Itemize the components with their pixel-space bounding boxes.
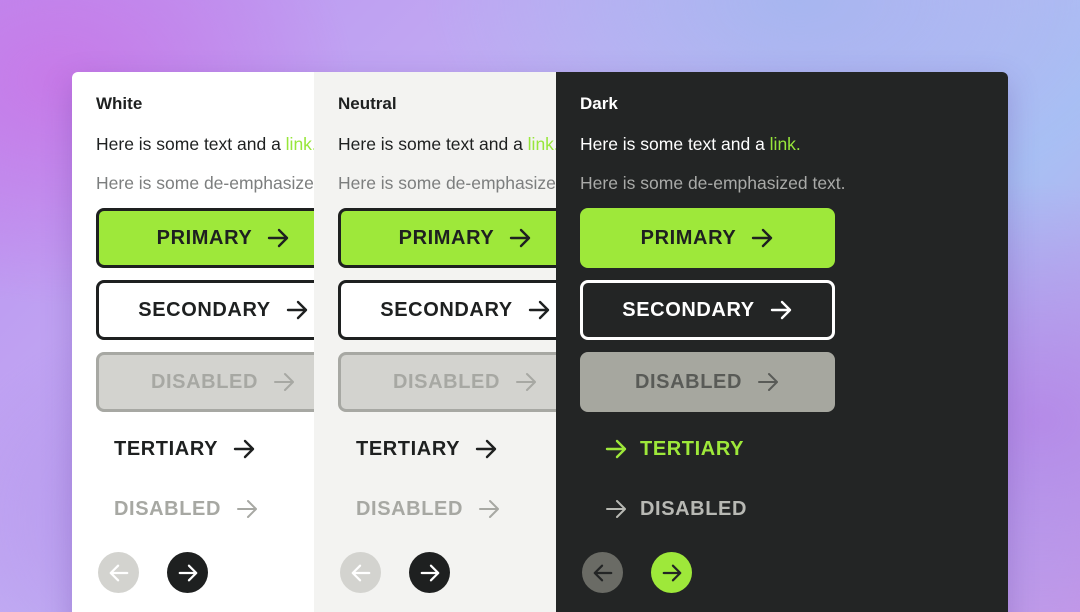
text-disabled-button: DISABLED [356,494,556,524]
secondary-button[interactable]: SECONDARY [580,280,835,340]
previous-button [340,552,381,593]
text-disabled-button-label: DISABLED [356,497,464,520]
pagination-buttons [340,552,556,593]
secondary-button-label: SECONDARY [622,298,755,321]
inline-link[interactable]: link. [528,134,556,154]
disabled-button-label: DISABLED [150,370,259,393]
arrow-right-icon [605,439,627,459]
disabled-button-label: DISABLED [392,370,501,393]
tertiary-button-label: TERTIARY [114,437,219,460]
body-text: Here is some text and a link. [580,133,1008,155]
primary-button-label: PRIMARY [398,226,495,249]
primary-button-label: PRIMARY [156,226,253,249]
previous-button [582,552,623,593]
primary-button[interactable]: PRIMARY [580,208,835,268]
tertiary-button[interactable]: TERTIARY [356,434,556,464]
arrow-right-icon [758,373,779,391]
arrow-right-icon [528,300,549,320]
panel-white: White Here is some text and a link. Here… [72,72,314,612]
panel-title: Dark [580,94,618,113]
body-text: Here is some text and a link. [338,133,556,155]
disabled-button: DISABLED [96,352,314,412]
secondary-button[interactable]: SECONDARY [338,280,556,340]
text-disabled-button: DISABLED [604,494,1008,524]
deemphasized-text: Here is some de-emphasized text. [96,173,314,193]
previous-button [98,552,139,593]
text-disabled-button-label: DISABLED [640,497,748,520]
tertiary-button[interactable]: TERTIARY [114,434,314,464]
secondary-button-label: SECONDARY [138,298,271,321]
arrow-left-icon [109,564,128,581]
arrow-left-icon [351,564,370,581]
arrow-right-icon [178,564,197,581]
arrow-right-icon [606,500,626,518]
inline-link[interactable]: link. [286,134,314,154]
panel-title: Neutral [338,94,397,113]
arrow-right-icon [770,300,791,320]
primary-button[interactable]: PRIMARY [96,208,314,268]
tertiary-button-label: TERTIARY [640,437,745,460]
button-style-card: White Here is some text and a link. Here… [72,72,1008,612]
disabled-button: DISABLED [338,352,556,412]
pagination-buttons [582,552,1008,593]
body-text-content: Here is some text and a [338,134,528,154]
secondary-button[interactable]: SECONDARY [96,280,314,340]
panel-title: White [96,94,143,113]
arrow-right-icon [662,564,681,581]
arrow-right-icon [475,439,497,459]
arrow-right-icon [268,228,289,248]
body-text: Here is some text and a link. [96,133,314,155]
disabled-button: DISABLED [580,352,835,412]
tertiary-button-label: TERTIARY [356,437,461,460]
arrow-right-icon [233,439,255,459]
arrow-right-icon [286,300,307,320]
next-button[interactable] [651,552,692,593]
secondary-button-label: SECONDARY [380,298,513,321]
next-button[interactable] [167,552,208,593]
tertiary-button[interactable]: TERTIARY [604,434,1008,464]
arrow-right-icon [237,500,258,518]
deemphasized-text: Here is some de-emphasized text. [338,173,556,193]
panel-neutral: Neutral Here is some text and a link. He… [314,72,556,612]
body-text-content: Here is some text and a [580,134,770,154]
deemphasized-text: Here is some de-emphasized text. [580,173,846,193]
arrow-left-icon [593,564,612,581]
panel-dark: Dark Here is some text and a link. Here … [556,72,1008,612]
arrow-right-icon [752,228,773,248]
arrow-right-icon [516,373,537,391]
disabled-button-label: DISABLED [634,370,743,393]
inline-link[interactable]: link. [770,134,801,154]
pagination-buttons [98,552,314,593]
primary-button[interactable]: PRIMARY [338,208,556,268]
arrow-right-icon [420,564,439,581]
arrow-right-icon [510,228,531,248]
body-text-content: Here is some text and a [96,134,286,154]
arrow-right-icon [479,500,500,518]
next-button[interactable] [409,552,450,593]
text-disabled-button-label: DISABLED [114,497,222,520]
arrow-right-icon [274,373,295,391]
primary-button-label: PRIMARY [640,226,737,249]
text-disabled-button: DISABLED [114,494,314,524]
